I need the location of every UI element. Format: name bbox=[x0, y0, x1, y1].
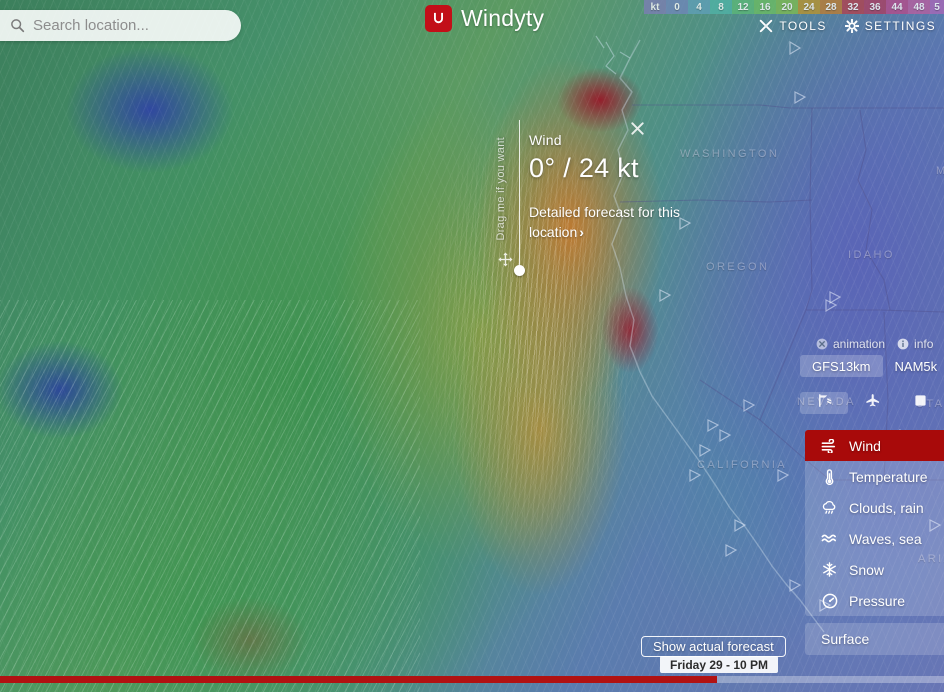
detailed-forecast-link[interactable]: Detailed forecast for this location › bbox=[529, 202, 709, 242]
tools-icon bbox=[760, 19, 773, 33]
surface-label: Surface bbox=[821, 631, 870, 647]
layer-item-pressure[interactable]: Pressure bbox=[805, 585, 944, 616]
tools-button[interactable]: TOOLS bbox=[759, 19, 826, 33]
altitude-tab-wind-flag[interactable] bbox=[800, 392, 848, 414]
snowflake-icon bbox=[821, 562, 838, 577]
popup-parameter-label: Wind bbox=[529, 132, 562, 148]
scale-tick-12: 12 bbox=[732, 0, 754, 14]
info-label: info bbox=[914, 337, 934, 351]
scale-tick-24: 24 bbox=[798, 0, 820, 14]
layer-item-label: Pressure bbox=[849, 592, 906, 609]
windyty-logo-icon bbox=[425, 5, 452, 32]
move-handle-icon[interactable] bbox=[498, 252, 513, 267]
scale-tick-8: 8 bbox=[710, 0, 732, 14]
map-geography-vectors bbox=[595, 35, 944, 633]
close-circle-icon bbox=[816, 338, 828, 350]
search-input[interactable] bbox=[33, 17, 227, 34]
surface-level-button[interactable]: Surface bbox=[805, 623, 944, 655]
layer-item-snow[interactable]: Snow bbox=[805, 554, 944, 585]
animation-toggle[interactable]: animation bbox=[816, 337, 885, 351]
scale-unit-label: kt bbox=[644, 0, 666, 14]
timeline-scrubber[interactable] bbox=[0, 676, 944, 683]
scale-tick-32: 32 bbox=[842, 0, 864, 14]
cloud-rain-icon bbox=[821, 500, 838, 516]
altitude-tab-square[interactable] bbox=[896, 392, 944, 414]
search-icon bbox=[11, 19, 25, 33]
brand: Windyty bbox=[425, 5, 544, 32]
chevron-right-icon: › bbox=[579, 224, 584, 240]
thermometer-icon bbox=[821, 468, 838, 485]
info-button[interactable]: info bbox=[897, 337, 933, 351]
model-tab-gfs13km[interactable]: GFS13km bbox=[800, 355, 883, 377]
altitude-selector bbox=[800, 392, 944, 414]
layer-item-label: Waves, sea bbox=[849, 530, 922, 547]
show-actual-forecast-button[interactable]: Show actual forecast bbox=[641, 636, 786, 657]
scale-tick-28: 28 bbox=[820, 0, 842, 14]
info-circle-icon bbox=[897, 338, 909, 350]
wind-flag-icon bbox=[816, 393, 833, 413]
popup-body: Wind 0° / 24 kt Detailed forecast for th… bbox=[529, 132, 709, 242]
windyty-app: WASHINGTONOREGONIDAHOMNEVADAUTAHCALIFORN… bbox=[0, 0, 944, 692]
time-readout-label: Friday 29 - 10 PM bbox=[670, 657, 769, 672]
timeline-progress-fill bbox=[0, 676, 718, 683]
scale-tick-4: 4 bbox=[688, 0, 710, 14]
tools-label: TOOLS bbox=[779, 19, 827, 33]
settings-button[interactable]: SETTINGS bbox=[844, 19, 936, 33]
location-pin-marker[interactable] bbox=[514, 265, 525, 276]
scale-tick-48: 48 bbox=[908, 0, 930, 14]
scale-tick-0: 0 bbox=[666, 0, 688, 14]
layer-item-temperature[interactable]: Temperature bbox=[805, 461, 944, 492]
scale-tick-5: 5 bbox=[930, 0, 944, 14]
wind-scale-legend: kt 0 4 8 12 16 20 24 28 32 36 44 48 5 bbox=[644, 0, 944, 14]
scale-tick-20: 20 bbox=[776, 0, 798, 14]
search-box[interactable] bbox=[0, 10, 241, 41]
layer-menu: Wind Temperature Clouds, rain Waves, sea Sno… bbox=[805, 430, 944, 616]
detailed-forecast-text: Detailed forecast for this location bbox=[529, 204, 680, 240]
brand-name: Windyty bbox=[461, 5, 545, 31]
wind-info-popup: Drag me if you want Wind 0° / 24 kt Deta… bbox=[495, 115, 745, 285]
layer-item-clouds-rain[interactable]: Clouds, rain bbox=[805, 492, 944, 523]
timeline-time-readout: Friday 29 - 10 PM bbox=[660, 656, 779, 673]
scale-tick-16: 16 bbox=[754, 0, 776, 14]
waves-icon bbox=[821, 532, 838, 545]
layer-item-waves-sea[interactable]: Waves, sea bbox=[805, 523, 944, 554]
scale-tick-36: 36 bbox=[864, 0, 886, 14]
weather-map[interactable] bbox=[0, 0, 944, 692]
model-tab-nam5k[interactable]: NAM5k bbox=[883, 355, 944, 377]
settings-label: SETTINGS bbox=[864, 19, 936, 33]
layer-item-wind[interactable]: Wind bbox=[805, 430, 944, 461]
popup-wind-value: 0° / 24 kt bbox=[529, 153, 639, 183]
gear-icon bbox=[844, 19, 859, 33]
wind-icon bbox=[821, 438, 838, 453]
forecast-button-label: Show actual forecast bbox=[653, 639, 774, 654]
airplane-icon bbox=[864, 393, 881, 413]
drag-hint-label: Drag me if you want bbox=[495, 137, 507, 241]
gauge-icon bbox=[821, 593, 838, 609]
top-toolbar: TOOLS SETTINGS bbox=[759, 19, 936, 33]
layer-item-label: Temperature bbox=[849, 468, 928, 485]
animation-label: animation bbox=[833, 337, 886, 351]
square-icon bbox=[914, 394, 927, 412]
altitude-tab-airplane[interactable] bbox=[848, 392, 896, 414]
weather-model-selector: GFS13km NAM5k bbox=[800, 355, 944, 377]
popup-stem bbox=[519, 120, 520, 270]
layer-item-label: Snow bbox=[849, 561, 885, 578]
map-options-row: animation info bbox=[805, 337, 944, 351]
scale-tick-44: 44 bbox=[886, 0, 908, 14]
layer-item-label: Wind bbox=[849, 437, 881, 454]
layer-item-label: Clouds, rain bbox=[849, 499, 924, 516]
